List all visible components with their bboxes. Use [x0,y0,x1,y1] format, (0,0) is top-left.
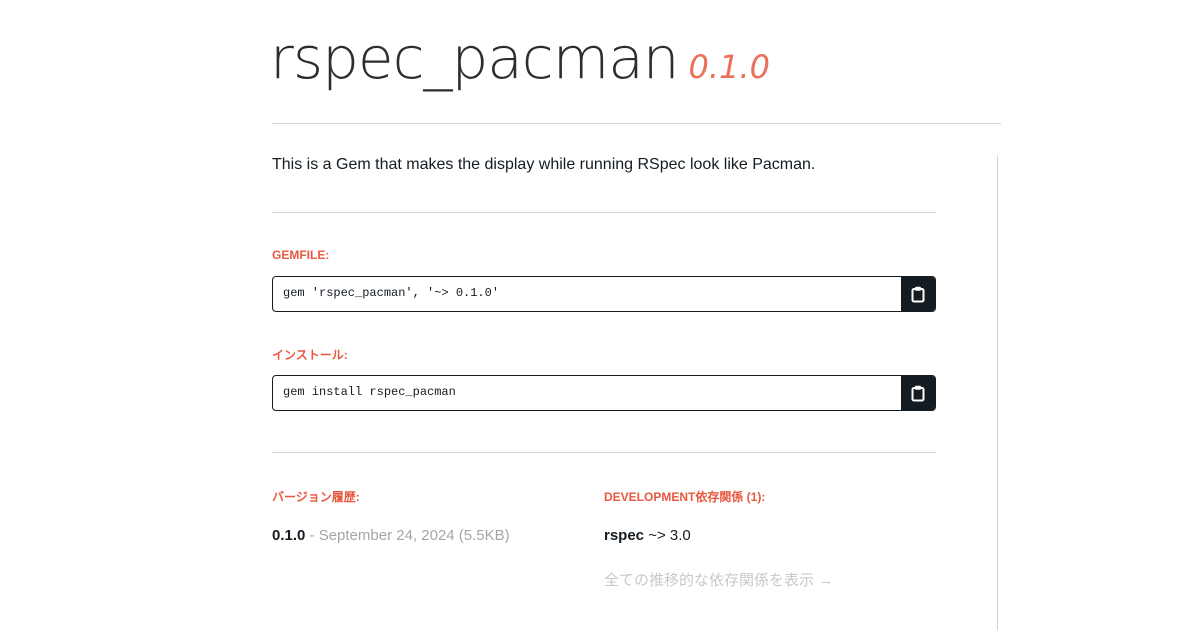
install-code-box: gem install rspec_pacman [272,375,936,411]
all-dependencies-link[interactable]: 全ての推移的な依存関係を表示 → [604,569,833,590]
gem-name: rspec_pacman [270,24,679,92]
install-label: インストール: [272,348,348,362]
sidebar-divider [997,155,998,630]
version-link[interactable]: 0.1.0 [272,527,305,544]
gemfile-code[interactable]: gem 'rspec_pacman', '~> 0.1.0' [283,286,499,300]
title-divider [272,123,1001,124]
section-divider [272,452,936,453]
version-meta: - September 24, 2024 (5.5KB) [305,527,510,544]
version-list-item: 0.1.0 - September 24, 2024 (5.5KB) [272,527,510,544]
gemfile-code-box: gem 'rspec_pacman', '~> 0.1.0' [272,276,936,312]
copy-install-button[interactable] [901,376,935,410]
clipboard-icon [911,385,925,401]
dependency-list-item: rspec ~> 3.0 [604,527,691,544]
gemfile-label: GEMFILE: [272,248,330,262]
gem-page: rspec_pacman 0.1.0 This is a Gem that mak… [0,0,1200,630]
dependency-link[interactable]: rspec [604,527,644,544]
gem-version: 0.1.0 [688,48,770,86]
gem-description: This is a Gem that makes the display whi… [272,156,816,173]
dependencies-label: DEVELOPMENT依存関係 (1): [604,490,766,504]
versions-label: バージョン履歴: [272,490,360,504]
install-code[interactable]: gem install rspec_pacman [283,385,456,399]
clipboard-icon [911,286,925,302]
page-title: rspec_pacman 0.1.0 [270,22,770,103]
dependency-requirement: ~> 3.0 [644,527,691,544]
section-divider [272,212,936,213]
copy-gemfile-button[interactable] [901,277,935,311]
